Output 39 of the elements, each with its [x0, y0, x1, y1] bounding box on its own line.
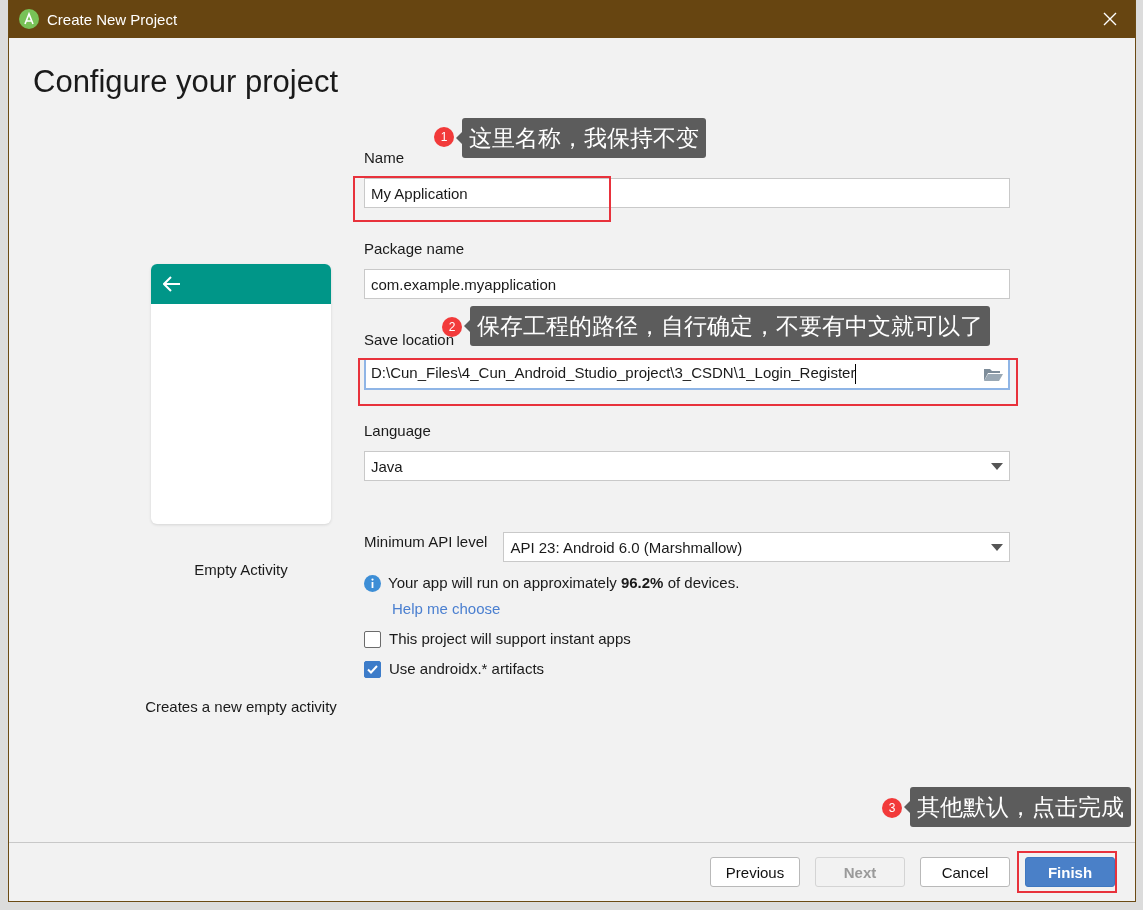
finish-button[interactable]: Finish [1025, 857, 1115, 887]
dropdown-arrow-icon [991, 462, 1003, 470]
input-field[interactable]: My Application [364, 178, 1010, 208]
callout-pointer [904, 801, 910, 813]
page-heading: Configure your project [32, 63, 338, 101]
info-icon [364, 574, 381, 592]
info-text: Your app will run on approximately 96.2% of devices. [388, 573, 740, 593]
checkbox-label: This project will support instant apps [389, 629, 631, 649]
callout: 这里名称，我保持不变 [462, 118, 706, 158]
back-arrow-icon [163, 276, 181, 292]
field-label: Name [364, 148, 404, 168]
input-field[interactable]: D:\Cun_Files\4_Cun_Android_Studio_project\3_CSDN\1_Login_Register [364, 358, 1010, 390]
field-label: Minimum API level [364, 532, 488, 552]
dropdown[interactable]: Java [364, 451, 1010, 481]
template-name: Empty Activity [194, 560, 288, 580]
field-label: Package name [364, 239, 465, 259]
checkbox[interactable] [364, 660, 381, 678]
folder-icon[interactable] [983, 366, 1003, 382]
field-label: Language [364, 421, 431, 441]
close-icon [1103, 12, 1117, 26]
input-field[interactable]: com.example.myapplication [364, 269, 1010, 299]
step-number: 2 [442, 317, 462, 337]
callout-pointer [456, 132, 462, 144]
callout: 其他默认，点击完成 [910, 787, 1131, 827]
step-number: 3 [882, 798, 902, 818]
template-description: Creates a new empty activity [145, 697, 337, 717]
checkbox-label: Use androidx.* artifacts [389, 659, 545, 679]
step-number: 1 [434, 127, 454, 147]
checkbox[interactable] [364, 630, 381, 648]
check-icon [367, 664, 378, 674]
android-logo-icon [19, 9, 39, 29]
dialog-button[interactable]: Previous [710, 857, 800, 887]
window-title: Create New Project [47, 10, 179, 28]
help-link[interactable]: Help me choose [392, 599, 501, 619]
dialog-button[interactable]: Cancel [920, 857, 1010, 887]
dropdown[interactable]: API 23: Android 6.0 (Marshmallow) [503, 532, 1010, 562]
dropdown-arrow-icon [991, 543, 1003, 551]
callout-pointer [464, 320, 470, 332]
callout: 保存工程的路径，自行确定，不要有中文就可以了 [470, 306, 990, 346]
